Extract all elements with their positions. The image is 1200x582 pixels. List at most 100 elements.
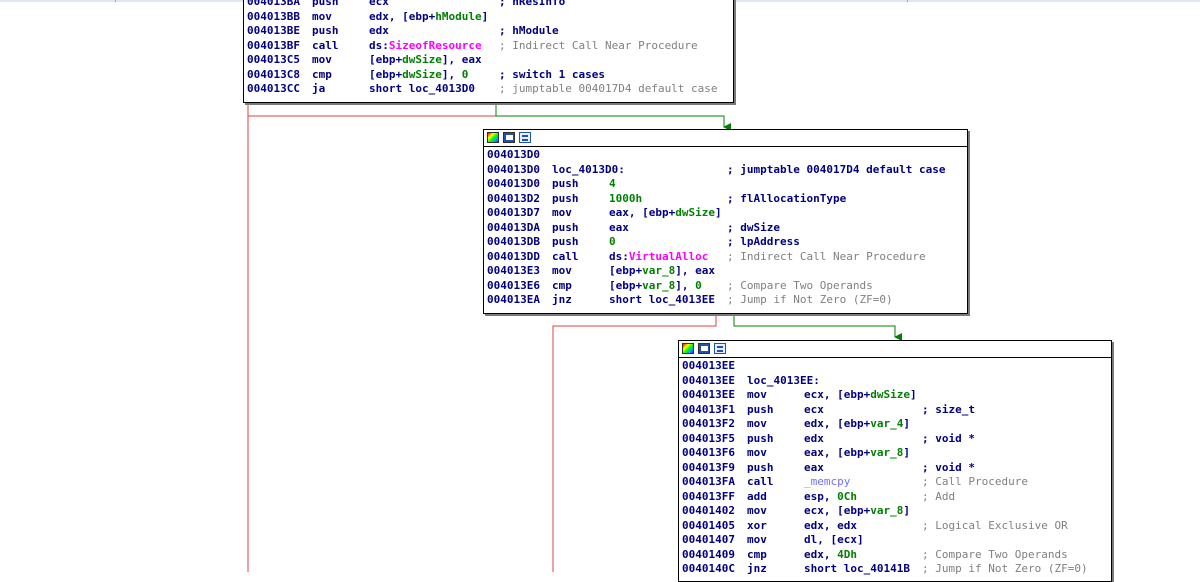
mnemonic: push (552, 235, 579, 248)
comment: ; Indirect Call Near Procedure (727, 249, 926, 263)
immediate-value: 0 (695, 278, 702, 292)
operands: edx, 4Dh (804, 548, 922, 563)
graph-overview-icon[interactable] (714, 343, 726, 354)
comment: ; Jump if Not Zero (ZF=0) (727, 293, 893, 306)
variable-name[interactable]: var_8 (642, 279, 675, 292)
asm-line[interactable]: 004013F5 push edx ; void * (682, 432, 1108, 447)
asm-line[interactable]: 004013D7 mov eax, [ebp+dwSize] (487, 206, 964, 221)
code-block-memcpy[interactable]: 004013EE 004013EE loc_4013EE: 004013EE mov ec… (678, 340, 1112, 582)
mnemonic: mov (747, 417, 767, 430)
asm-line[interactable]: 004013D2 push 1000h ; flAllocationType (487, 192, 964, 207)
address: 004013F5 (682, 431, 735, 445)
asm-line[interactable]: 004013EE mov ecx, [ebp+dwSize] (682, 388, 1108, 403)
mnemonic: jnz (552, 293, 572, 306)
operands: ds:VirtualAlloc (609, 250, 727, 265)
asm-line[interactable]: 004013E3 mov [ebp+var_8], eax (487, 264, 964, 279)
asm-line[interactable]: 004013BF call ds:SizeofResource; Indirect … (247, 39, 730, 54)
asm-line[interactable]: 004013D0 push 4 (487, 177, 964, 192)
mnemonic: call (747, 475, 774, 488)
asm-line[interactable]: 004013D0 loc_4013D0:; jumptable 004017D4 … (487, 163, 964, 178)
asm-line[interactable]: 00401407 mov dl, [ecx] (682, 533, 1108, 548)
asm-line[interactable]: 004013FF add esp, 0Ch; Add (682, 490, 1108, 505)
library-function[interactable]: _memcpy (804, 475, 850, 488)
operand-text: ecx (369, 0, 389, 8)
operands: short loc_4013EE (609, 293, 727, 308)
asm-line[interactable]: 004013C5 mov [ebp+dwSize], eax (247, 53, 730, 68)
code-block-virtualalloc[interactable]: 004013D0 004013D0 loc_4013D0:; jumptable 0… (483, 129, 968, 314)
asm-line[interactable]: 004013BA push ecx ; hResInfo (247, 0, 730, 10)
asm-line[interactable]: 00401402 mov ecx, [ebp+var_8] (682, 504, 1108, 519)
address: 004013DD (487, 249, 540, 263)
mnemonic: cmp (312, 67, 332, 81)
immediate-value: 0Ch (837, 489, 857, 503)
asm-line[interactable]: 004013F1 push ecx ; size_t (682, 403, 1108, 418)
mnemonic: push (312, 24, 339, 37)
operand-text: ds: (369, 38, 389, 52)
operand-text: eax, [ebp+ (804, 446, 871, 459)
asm-line[interactable]: 004013D0 (487, 148, 964, 163)
comment: ; Jump if Not Zero (ZF=0) (922, 562, 1088, 575)
comment: ; jumptable 004017D4 default case (727, 162, 946, 176)
mnemonic: push (312, 0, 339, 8)
variable-name[interactable]: dwSize (870, 388, 910, 401)
asm-line[interactable]: 004013F9 push eax ; void * (682, 461, 1108, 476)
asm-line[interactable]: 004013E6 cmp [ebp+var_8], 0; Compare Two O… (487, 279, 964, 294)
address: 004013D0 (487, 177, 540, 190)
asm-line[interactable]: 004013DD call ds:VirtualAlloc; Indirect Ca… (487, 250, 964, 265)
edit-node-icon[interactable] (698, 343, 710, 354)
graph-color-icon[interactable] (682, 343, 694, 354)
asm-line[interactable]: 004013DA push eax ; dwSize (487, 221, 964, 236)
asm-line[interactable]: 004013EA jnz short loc_4013EE ; Jump if Not… (487, 293, 964, 308)
asm-line[interactable]: 004013F2 mov edx, [ebp+var_4] (682, 417, 1108, 432)
edit-node-icon[interactable] (503, 132, 515, 143)
import-name[interactable]: SizeofResource (389, 39, 482, 52)
variable-name[interactable]: var_8 (870, 446, 903, 459)
address: 004013C5 (247, 53, 300, 66)
asm-line[interactable]: 0040140C jnz short loc_40141B ; Jump if Not… (682, 562, 1108, 577)
comment: ; flAllocationType (727, 191, 847, 205)
operand-text: eax (804, 460, 824, 474)
variable-name[interactable]: var_8 (870, 504, 903, 517)
asm-line[interactable]: 00401409 cmp edx, 4Dh; Compare Two Operand… (682, 548, 1108, 563)
asm-line[interactable]: 004013C8 cmp [ebp+dwSize], 0; switch 1 cas… (247, 68, 730, 83)
variable-name[interactable]: var_4 (870, 417, 903, 430)
variable-name[interactable]: dwSize (402, 53, 442, 66)
block-lines: 004013D0 004013D0 loc_4013D0:; jumptable 0… (484, 147, 967, 310)
mnemonic: push (552, 220, 579, 234)
address: 0040140C (682, 562, 735, 575)
code-block-sizeofresource[interactable]: 004013BA push ecx ; hResInfo 004013BB mov edx,… (243, 0, 734, 103)
address: 004013F6 (682, 446, 735, 459)
variable-name[interactable]: dwSize (402, 68, 442, 81)
asm-line[interactable]: 004013EE (682, 359, 1108, 374)
code-label[interactable]: loc_4013EE: (747, 374, 922, 389)
asm-line[interactable]: 004013BE push edx ; hModule (247, 24, 730, 39)
variable-name[interactable]: hModule (435, 10, 481, 23)
asm-line[interactable]: 004013FA call _memcpy ; Call Procedure (682, 475, 1108, 490)
operands: [ebp+var_8], 0 (609, 279, 727, 294)
operands: ecx, [ebp+var_8] (804, 504, 922, 519)
asm-line[interactable]: 00401405 xor edx, edx ; Logical Exclusive O… (682, 519, 1108, 534)
import-name[interactable]: VirtualAlloc (629, 250, 708, 263)
code-label[interactable]: loc_4013D0: (552, 163, 727, 178)
immediate-value: 0 (609, 235, 616, 248)
mnemonic: ja (312, 82, 326, 95)
graph-overview-icon[interactable] (519, 132, 531, 143)
asm-line[interactable]: 004013F6 mov eax, [ebp+var_8] (682, 446, 1108, 461)
asm-line[interactable]: 004013BB mov edx, [ebp+hModule] (247, 10, 730, 25)
graph-color-icon[interactable] (487, 132, 499, 143)
address: 004013EE (682, 388, 735, 401)
operands: ecx (804, 403, 922, 418)
operand-text: ecx, [ebp+ (804, 504, 871, 517)
asm-line[interactable]: 004013CC ja short loc_4013D0 ; jumptable 00… (247, 82, 730, 97)
immediate-value: 4 (609, 177, 616, 190)
operands: edx (804, 432, 922, 447)
operand-text: short loc_4013D0 (369, 82, 475, 95)
asm-line[interactable]: 004013DB push 0 ; lpAddress (487, 235, 964, 250)
asm-line[interactable]: 004013EE loc_4013EE: (682, 374, 1108, 389)
variable-name[interactable]: var_8 (642, 264, 675, 277)
operand-text: [ebp+ (369, 67, 403, 81)
operands: esp, 0Ch (804, 490, 922, 505)
comment: ; void * (922, 431, 975, 445)
variable-name[interactable]: dwSize (675, 206, 715, 219)
mnemonic: push (552, 177, 579, 190)
